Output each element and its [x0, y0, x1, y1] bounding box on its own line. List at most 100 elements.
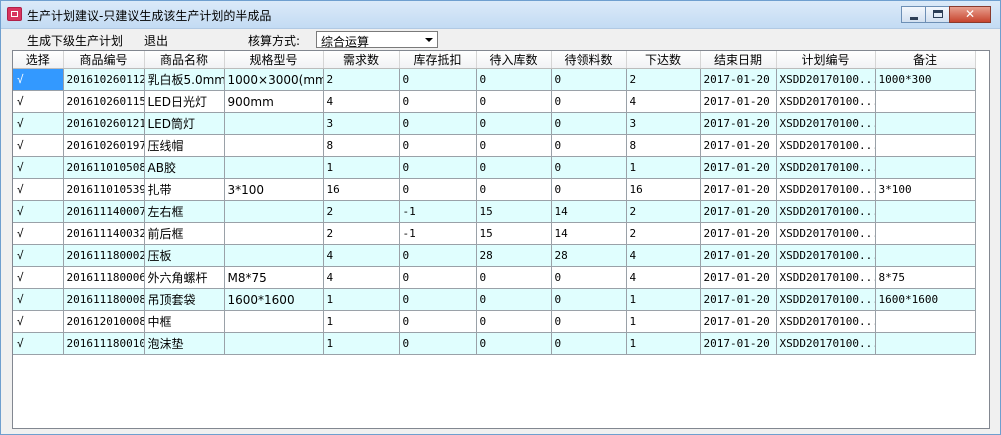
spec-cell[interactable]: 1600*1600 [224, 288, 324, 311]
pick-cell[interactable]: 28 [551, 244, 627, 267]
demand-cell[interactable]: 2 [323, 222, 400, 245]
stock-cell[interactable]: 0 [399, 178, 477, 201]
maximize-button[interactable] [925, 6, 950, 23]
note-cell[interactable] [875, 222, 976, 245]
spec-cell[interactable] [224, 222, 324, 245]
plan-no-cell[interactable]: XSDD20170100... [776, 134, 876, 157]
stock-cell[interactable]: 0 [399, 288, 477, 311]
issue-cell[interactable]: 2 [626, 222, 701, 245]
pick-cell[interactable]: 0 [551, 178, 627, 201]
exit-button[interactable]: 退出 [144, 32, 168, 49]
plan-no-cell[interactable]: XSDD20170100... [776, 68, 876, 91]
issue-cell[interactable]: 8 [626, 134, 701, 157]
end-date-cell[interactable]: 2017-01-20 [700, 68, 777, 91]
table-row[interactable]: √ 201611140007 左右框 2 -1 15 14 2 2017-01-20 XSDD20… [13, 200, 976, 223]
name-cell[interactable]: 吊顶套袋 [144, 288, 225, 311]
plan-no-cell[interactable]: XSDD20170100... [776, 310, 876, 333]
incoming-cell[interactable]: 0 [476, 288, 552, 311]
end-date-cell[interactable]: 2017-01-20 [700, 244, 777, 267]
code-cell[interactable]: 201611010508 [63, 156, 145, 179]
issue-cell[interactable]: 1 [626, 156, 701, 179]
select-cell[interactable]: √ [13, 156, 64, 179]
spec-cell[interactable] [224, 134, 324, 157]
spec-cell[interactable] [224, 310, 324, 333]
plan-no-cell[interactable]: XSDD20170100... [776, 156, 876, 179]
note-cell[interactable]: 1600*1600 [875, 288, 976, 311]
pick-cell[interactable]: 0 [551, 90, 627, 113]
incoming-cell[interactable]: 15 [476, 200, 552, 223]
issue-cell[interactable]: 2 [626, 68, 701, 91]
select-cell[interactable]: √ [13, 112, 64, 135]
spec-cell[interactable] [224, 332, 324, 355]
name-cell[interactable]: 中框 [144, 310, 225, 333]
stock-cell[interactable]: 0 [399, 310, 477, 333]
spec-cell[interactable]: 3*100 [224, 178, 324, 201]
spec-cell[interactable] [224, 244, 324, 267]
note-cell[interactable]: 1000*300 [875, 68, 976, 91]
end-date-cell[interactable]: 2017-01-20 [700, 222, 777, 245]
end-date-cell[interactable]: 2017-01-20 [700, 134, 777, 157]
select-cell[interactable]: √ [13, 332, 64, 355]
incoming-cell[interactable]: 0 [476, 112, 552, 135]
plan-no-cell[interactable]: XSDD20170100... [776, 112, 876, 135]
col-header-end-date[interactable]: 结束日期 [700, 51, 777, 69]
select-cell[interactable]: √ [13, 266, 64, 289]
code-cell[interactable]: 201610260197 [63, 134, 145, 157]
plan-no-cell[interactable]: XSDD20170100... [776, 288, 876, 311]
table-row[interactable]: √ 201611140032 前后框 2 -1 15 14 2 2017-01-20 XSDD20… [13, 222, 976, 245]
end-date-cell[interactable]: 2017-01-20 [700, 90, 777, 113]
pick-cell[interactable]: 0 [551, 288, 627, 311]
spec-cell[interactable]: 1000×3000(mm) [224, 68, 324, 91]
incoming-cell[interactable]: 0 [476, 90, 552, 113]
col-header-name[interactable]: 商品名称 [144, 51, 225, 69]
code-cell[interactable]: 201612010008 [63, 310, 145, 333]
code-cell[interactable]: 201611180006 [63, 266, 145, 289]
stock-cell[interactable]: 0 [399, 112, 477, 135]
end-date-cell[interactable]: 2017-01-20 [700, 178, 777, 201]
spec-cell[interactable]: M8*75 [224, 266, 324, 289]
stock-cell[interactable]: 0 [399, 68, 477, 91]
table-row[interactable]: √ 201611180010 泡沫垫 1 0 0 0 1 2017-01-20 XSDD20170… [13, 332, 976, 355]
plan-no-cell[interactable]: XSDD20170100... [776, 222, 876, 245]
demand-cell[interactable]: 2 [323, 200, 400, 223]
name-cell[interactable]: 外六角螺杆 [144, 266, 225, 289]
note-cell[interactable] [875, 134, 976, 157]
table-row[interactable]: √ 201610260121 LED筒灯 3 0 0 0 3 2017-01-20 XSDD201… [13, 112, 976, 135]
end-date-cell[interactable]: 2017-01-20 [700, 288, 777, 311]
issue-cell[interactable]: 2 [626, 200, 701, 223]
minimize-button[interactable] [901, 6, 926, 23]
issue-cell[interactable]: 4 [626, 244, 701, 267]
table-row[interactable]: √ 201611180002 压板 4 0 28 28 4 2017-01-20 XSDD2017… [13, 244, 976, 267]
name-cell[interactable]: AB胶 [144, 156, 225, 179]
name-cell[interactable]: 压线帽 [144, 134, 225, 157]
code-cell[interactable]: 201611180010 [63, 332, 145, 355]
calc-method-select[interactable]: 综合运算 [316, 31, 438, 49]
pick-cell[interactable]: 0 [551, 68, 627, 91]
col-header-plan-no[interactable]: 计划编号 [776, 51, 876, 69]
end-date-cell[interactable]: 2017-01-20 [700, 332, 777, 355]
close-button[interactable]: ✕ [949, 6, 991, 23]
col-header-demand[interactable]: 需求数 [323, 51, 400, 69]
pick-cell[interactable]: 14 [551, 200, 627, 223]
select-cell[interactable]: √ [13, 134, 64, 157]
issue-cell[interactable]: 1 [626, 310, 701, 333]
stock-cell[interactable]: -1 [399, 200, 477, 223]
pick-cell[interactable]: 14 [551, 222, 627, 245]
demand-cell[interactable]: 1 [323, 310, 400, 333]
select-cell[interactable]: √ [13, 310, 64, 333]
table-row[interactable]: √ 201611180006 外六角螺杆 M8*75 4 0 0 0 4 2017-01-20 XS… [13, 266, 976, 289]
demand-cell[interactable]: 3 [323, 112, 400, 135]
note-cell[interactable] [875, 112, 976, 135]
incoming-cell[interactable]: 0 [476, 68, 552, 91]
code-cell[interactable]: 201610260121 [63, 112, 145, 135]
issue-cell[interactable]: 1 [626, 332, 701, 355]
incoming-cell[interactable]: 0 [476, 178, 552, 201]
select-cell[interactable]: √ [13, 68, 64, 91]
table-row[interactable]: √ 201611010508 AB胶 1 0 0 0 1 2017-01-20 XSDD20170… [13, 156, 976, 179]
col-header-spec[interactable]: 规格型号 [224, 51, 324, 69]
col-header-incoming[interactable]: 待入库数 [476, 51, 552, 69]
demand-cell[interactable]: 1 [323, 332, 400, 355]
note-cell[interactable] [875, 90, 976, 113]
end-date-cell[interactable]: 2017-01-20 [700, 156, 777, 179]
select-cell[interactable]: √ [13, 90, 64, 113]
